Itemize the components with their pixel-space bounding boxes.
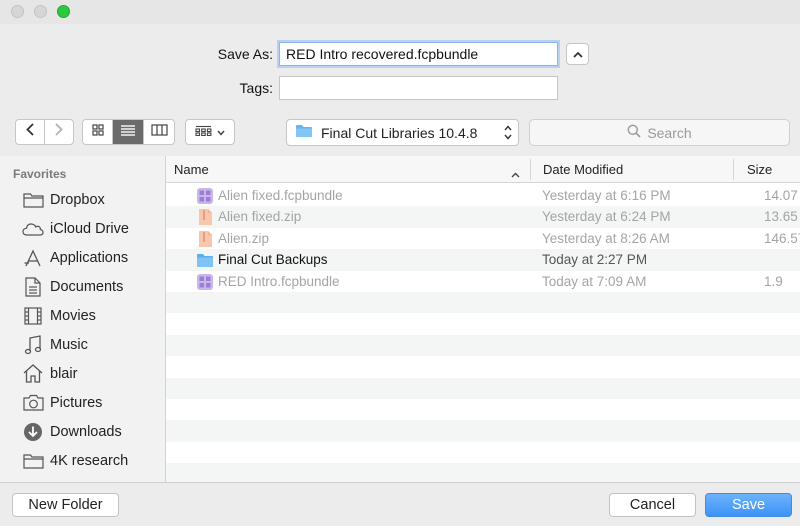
grid-icon <box>91 123 104 141</box>
download-icon <box>22 421 44 443</box>
chevron-down-icon <box>217 123 225 141</box>
zip-icon <box>196 208 214 226</box>
sidebar-item-home[interactable]: blair <box>0 359 165 388</box>
cancel-button[interactable]: Cancel <box>609 493 696 517</box>
list-view-button[interactable] <box>113 120 144 144</box>
sidebar-item-movies[interactable]: Movies <box>0 301 165 330</box>
column-header-date-modified[interactable]: Date Modified <box>543 156 733 183</box>
column-view-button[interactable] <box>144 120 174 144</box>
view-mode-control <box>82 119 175 145</box>
sidebar-item-downloads[interactable]: Downloads <box>0 417 165 446</box>
location-popup[interactable]: Final Cut Libraries 10.4.8 <box>286 119 519 146</box>
folder-icon <box>196 251 214 269</box>
sidebar-heading: Favorites <box>13 167 67 181</box>
fcp-library-icon <box>196 273 214 291</box>
sidebar-item-applications[interactable]: Applications <box>0 243 165 272</box>
file-list: Name Date Modified Size Alien fixed.fcpb… <box>166 156 800 482</box>
forward-button[interactable] <box>45 120 73 144</box>
sidebar-item-pictures[interactable]: Pictures <box>0 388 165 417</box>
title-bar <box>0 0 800 24</box>
close-window-button[interactable] <box>11 5 24 18</box>
minimize-window-button[interactable] <box>34 5 47 18</box>
icon-view-button[interactable] <box>83 120 113 144</box>
zip-icon <box>196 230 214 248</box>
film-icon <box>22 305 44 327</box>
fcp-library-icon <box>196 187 214 205</box>
sidebar: Favorites Dropbox iCloud Drive Applicati… <box>0 156 166 482</box>
save-as-label: Save As: <box>217 46 273 62</box>
location-label: Final Cut Libraries 10.4.8 <box>321 124 478 141</box>
column-divider[interactable] <box>733 159 734 180</box>
file-row[interactable]: Alien fixed.fcpbundle Yesterday at 6:16 … <box>166 185 800 206</box>
chevron-left-icon <box>26 123 34 141</box>
sidebar-item-dropbox[interactable]: Dropbox <box>0 185 165 214</box>
arrange-grid-icon <box>195 123 212 141</box>
file-row[interactable]: Alien.zip Yesterday at 8:26 AM 146.57 <box>166 228 800 249</box>
home-icon <box>22 363 44 385</box>
list-icon <box>120 123 136 141</box>
up-down-arrows-icon <box>504 125 512 143</box>
applications-icon <box>22 247 44 269</box>
search-icon <box>627 124 641 141</box>
chevron-right-icon <box>55 123 63 141</box>
zoom-window-button[interactable] <box>57 5 70 18</box>
folder-icon <box>22 450 44 472</box>
file-list-header: Name Date Modified Size <box>166 156 800 183</box>
empty-row <box>166 292 800 314</box>
bottom-bar: New Folder Cancel Save <box>0 482 800 526</box>
navigation-buttons <box>15 119 74 145</box>
document-icon <box>22 276 44 298</box>
chevron-up-icon <box>572 45 583 63</box>
file-row[interactable]: Final Cut Backups Today at 2:27 PM <box>166 249 800 271</box>
save-as-input[interactable] <box>279 42 558 66</box>
file-row[interactable]: Alien fixed.zip Yesterday at 6:24 PM 13.… <box>166 206 800 228</box>
column-header-size[interactable]: Size <box>747 156 800 183</box>
back-button[interactable] <box>16 120 45 144</box>
tags-label: Tags: <box>239 80 273 96</box>
sort-ascending-icon <box>511 166 520 181</box>
music-note-icon <box>22 334 44 356</box>
empty-row <box>166 420 800 442</box>
empty-row <box>166 463 800 482</box>
sidebar-item-icloud-drive[interactable]: iCloud Drive <box>0 214 165 243</box>
columns-icon <box>150 123 168 141</box>
column-divider[interactable] <box>530 159 531 180</box>
empty-row <box>166 334 800 357</box>
folder-icon <box>22 189 44 211</box>
sidebar-item-documents[interactable]: Documents <box>0 272 165 301</box>
sidebar-item-music[interactable]: Music <box>0 330 165 359</box>
save-button[interactable]: Save <box>705 493 792 517</box>
tags-input[interactable] <box>279 76 558 100</box>
sidebar-item-4k-research[interactable]: 4K research <box>0 446 165 475</box>
new-folder-button[interactable]: New Folder <box>12 493 119 517</box>
camera-icon <box>22 392 44 414</box>
file-row[interactable]: RED Intro.fcpbundle Today at 7:09 AM 1.9 <box>166 271 800 292</box>
empty-row <box>166 377 800 399</box>
column-header-name[interactable]: Name <box>174 156 530 183</box>
search-placeholder: Search <box>647 124 692 141</box>
folder-icon <box>295 124 313 141</box>
arrange-menu-button[interactable] <box>185 119 235 145</box>
expand-dialog-button[interactable] <box>566 43 589 65</box>
cloud-icon <box>22 218 44 240</box>
search-field[interactable]: Search <box>529 119 790 146</box>
